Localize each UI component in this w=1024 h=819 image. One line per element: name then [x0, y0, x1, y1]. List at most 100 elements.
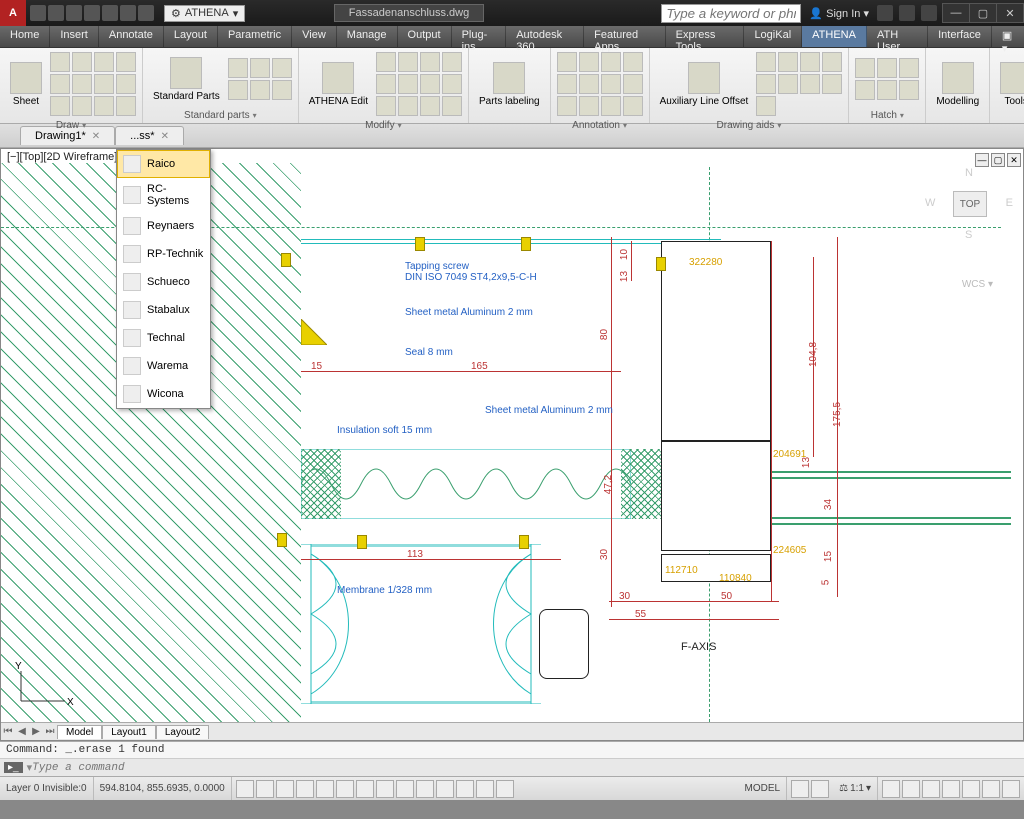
ribbon-tab-parametric[interactable]: Parametric [218, 26, 292, 47]
ribbon-small-button[interactable] [623, 74, 643, 94]
qat-saveas-icon[interactable] [84, 5, 100, 21]
ribbon-overflow-button[interactable]: ▣ ▾ [996, 26, 1024, 47]
ribbon-small-button[interactable] [116, 74, 136, 94]
drawing-viewport[interactable]: [−][Top][2D Wireframe] — ▢ ✕ N E S W TOP… [0, 148, 1024, 741]
ribbon-small-button[interactable] [250, 80, 270, 100]
status-icon[interactable] [942, 780, 960, 798]
dyn-toggle[interactable] [396, 780, 414, 798]
ribbon-panel-label[interactable]: Drawing aids [650, 120, 849, 133]
ribbon-button-auxiliary-line-offset[interactable]: Auxiliary Line Offset [656, 60, 753, 109]
layout-prev-button[interactable]: ◀ [15, 726, 29, 737]
ribbon-small-button[interactable] [442, 96, 462, 116]
sc-toggle[interactable] [476, 780, 494, 798]
ribbon-button-standard-parts[interactable]: Standard Parts [149, 55, 224, 104]
ribbon-small-button[interactable] [376, 74, 396, 94]
ribbon-small-button[interactable] [557, 74, 577, 94]
ribbon-small-button[interactable] [420, 52, 440, 72]
dropdown-item-technal[interactable]: Technal [117, 324, 210, 352]
layout-last-button[interactable]: ⏭ [43, 726, 57, 737]
ribbon-tab-ath-user[interactable]: ATH User [867, 26, 928, 47]
ribbon-small-button[interactable] [50, 74, 70, 94]
status-icon[interactable] [791, 780, 809, 798]
ribbon-panel-label[interactable]: Draw [0, 120, 142, 133]
layout-tab[interactable]: Layout1 [102, 725, 156, 739]
ribbon-small-button[interactable] [557, 96, 577, 116]
ribbon-tab-manage[interactable]: Manage [337, 26, 398, 47]
ribbon-small-button[interactable] [800, 52, 820, 72]
ortho-toggle[interactable] [276, 780, 294, 798]
otrack-toggle[interactable] [356, 780, 374, 798]
ribbon-panel-label[interactable]: Hatch [849, 110, 925, 123]
ribbon-tab-autodesk-360[interactable]: Autodesk 360 [506, 26, 584, 47]
ribbon-small-button[interactable] [822, 74, 842, 94]
layout-next-button[interactable]: ▶ [29, 726, 43, 737]
ribbon-small-button[interactable] [376, 52, 396, 72]
ribbon-tab-featured-apps[interactable]: Featured Apps [584, 26, 666, 47]
osnap-toggle[interactable] [316, 780, 334, 798]
ribbon-small-button[interactable] [116, 52, 136, 72]
ribbon-panel-label[interactable]: Annotation [551, 120, 649, 133]
ribbon-small-button[interactable] [116, 96, 136, 116]
qat-open-icon[interactable] [48, 5, 64, 21]
dropdown-item-wicona[interactable]: Wicona [117, 380, 210, 408]
dropdown-item-warema[interactable]: Warema [117, 352, 210, 380]
ribbon-small-button[interactable] [228, 80, 248, 100]
ribbon-small-button[interactable] [601, 74, 621, 94]
qp-toggle[interactable] [456, 780, 474, 798]
status-icon[interactable] [1002, 780, 1020, 798]
qat-new-icon[interactable] [30, 5, 46, 21]
annotation-scale[interactable]: ⚖ 1:1 ▾ [833, 777, 878, 800]
ribbon-small-button[interactable] [50, 52, 70, 72]
ribbon-tab-annotate[interactable]: Annotate [99, 26, 164, 47]
workspace-combo[interactable]: ⚙ ATHENA ▾ [164, 5, 245, 22]
ribbon-small-button[interactable] [72, 74, 92, 94]
ribbon-small-button[interactable] [778, 52, 798, 72]
ribbon-small-button[interactable] [398, 96, 418, 116]
ribbon-small-button[interactable] [800, 74, 820, 94]
status-icon[interactable] [922, 780, 940, 798]
ribbon-small-button[interactable] [376, 96, 396, 116]
ribbon-small-button[interactable] [822, 52, 842, 72]
close-icon[interactable]: ✕ [161, 131, 169, 142]
ribbon-small-button[interactable] [272, 58, 292, 78]
ribbon-small-button[interactable] [756, 74, 776, 94]
status-layer[interactable]: Layer 0 Invisible:0 [0, 777, 94, 800]
ribbon-tab-layout[interactable]: Layout [164, 26, 218, 47]
status-icon[interactable] [811, 780, 829, 798]
ribbon-button-sheet[interactable]: Sheet [6, 60, 46, 109]
ribbon-small-button[interactable] [601, 52, 621, 72]
command-input[interactable] [32, 762, 1020, 774]
ribbon-tab-express-tools[interactable]: Express Tools [666, 26, 745, 47]
ribbon-small-button[interactable] [579, 96, 599, 116]
ribbon-button-parts-labeling[interactable]: Parts labeling [475, 60, 544, 109]
ducs-toggle[interactable] [376, 780, 394, 798]
ribbon-small-button[interactable] [623, 96, 643, 116]
ribbon-tab-interface[interactable]: Interface [928, 26, 992, 47]
am-toggle[interactable] [496, 780, 514, 798]
ribbon-button-athena-edit[interactable]: ATHENA Edit [305, 60, 372, 109]
3dosnap-toggle[interactable] [336, 780, 354, 798]
dropdown-item-raico[interactable]: Raico [117, 150, 210, 178]
ribbon-small-button[interactable] [94, 96, 114, 116]
ribbon-small-button[interactable] [420, 96, 440, 116]
stay-connected-icon[interactable] [899, 5, 915, 21]
ribbon-small-button[interactable] [579, 52, 599, 72]
ribbon-small-button[interactable] [94, 52, 114, 72]
ribbon-tab-athena[interactable]: ATHENA [802, 26, 867, 47]
ribbon-small-button[interactable] [855, 58, 875, 78]
dropdown-item-rc-systems[interactable]: RC-Systems [117, 178, 210, 212]
dropdown-item-rp-technik[interactable]: RP-Technik [117, 240, 210, 268]
status-icon[interactable] [902, 780, 920, 798]
ribbon-small-button[interactable] [398, 52, 418, 72]
window-maximize-button[interactable]: ▢ [969, 3, 997, 23]
ribbon-button-modelling[interactable]: Modelling [932, 60, 983, 109]
ribbon-small-button[interactable] [756, 96, 776, 116]
ribbon-small-button[interactable] [601, 96, 621, 116]
help-icon[interactable] [921, 5, 937, 21]
ribbon-small-button[interactable] [228, 58, 248, 78]
qat-save-icon[interactable] [66, 5, 82, 21]
ribbon-small-button[interactable] [420, 74, 440, 94]
lwt-toggle[interactable] [416, 780, 434, 798]
qat-undo-icon[interactable] [120, 5, 136, 21]
window-minimize-button[interactable]: — [942, 3, 970, 23]
